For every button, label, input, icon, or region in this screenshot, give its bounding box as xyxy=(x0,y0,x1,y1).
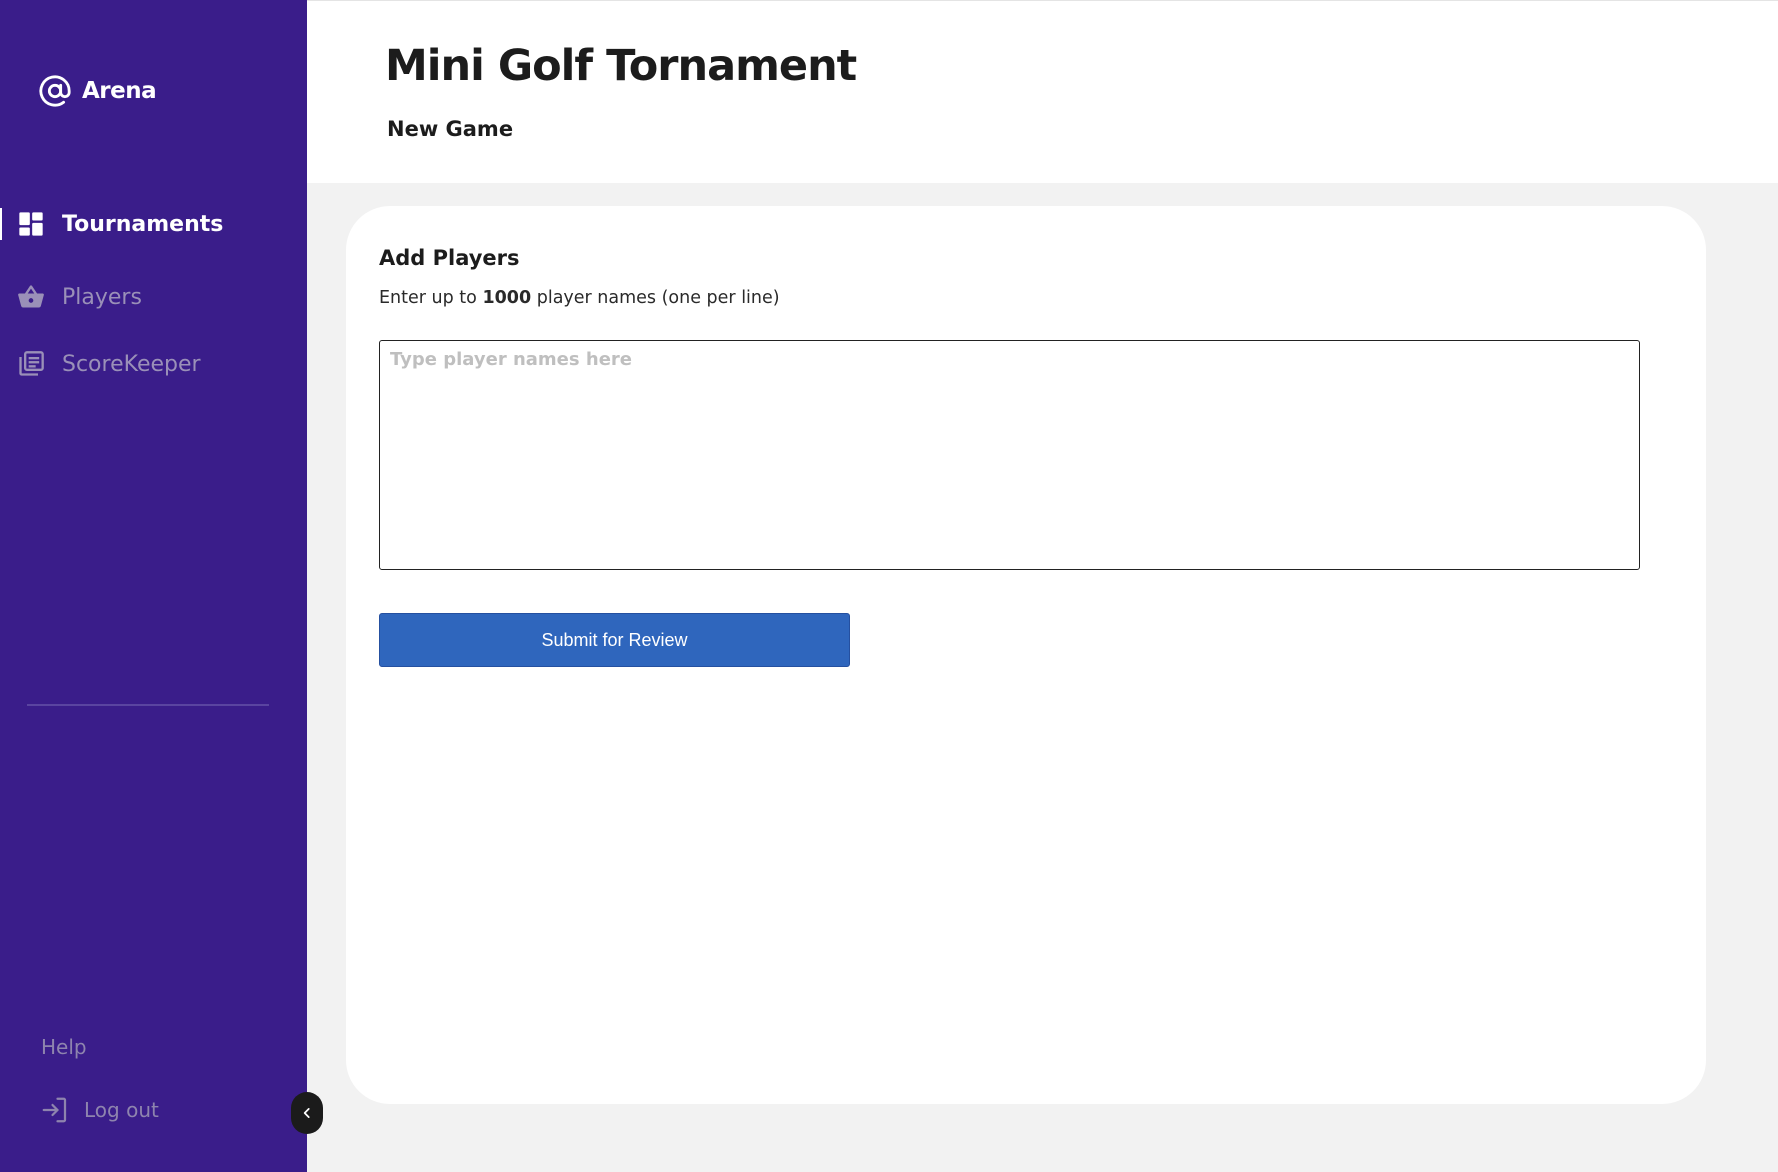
player-names-input[interactable] xyxy=(379,340,1640,570)
sidebar-item-scorekeeper[interactable]: ScoreKeeper xyxy=(0,344,201,384)
submit-for-review-button[interactable]: Submit for Review xyxy=(379,613,850,667)
add-players-card: Add Players Enter up to 1000 player name… xyxy=(346,206,1706,1104)
basket-icon xyxy=(18,285,44,308)
card-description: Enter up to 1000 player names (one per l… xyxy=(379,288,780,308)
at-sign-icon xyxy=(39,75,71,107)
logout-icon xyxy=(42,1097,67,1123)
description-prefix: Enter up to xyxy=(379,288,483,308)
sidebar: Arena Tournaments Players ScoreKeeper He… xyxy=(0,0,307,1172)
page-title: Mini Golf Tornament xyxy=(385,41,857,91)
brand-name: Arena xyxy=(82,78,157,104)
player-limit: 1000 xyxy=(482,288,532,308)
card-title: Add Players xyxy=(379,246,520,270)
dashboard-icon xyxy=(19,212,43,236)
sidebar-item-players[interactable]: Players xyxy=(0,277,142,317)
page-subtitle: New Game xyxy=(387,117,514,141)
description-suffix: player names (one per line) xyxy=(531,288,780,308)
sidebar-item-tournaments[interactable]: Tournaments xyxy=(0,204,223,244)
sidebar-divider xyxy=(27,704,269,706)
sidebar-item-label: Tournaments xyxy=(62,211,224,237)
chevron-left-icon xyxy=(303,1108,310,1118)
sidebar-item-label: ScoreKeeper xyxy=(62,351,201,377)
brand-logo[interactable]: Arena xyxy=(38,74,157,108)
logout-label: Log out xyxy=(84,1098,159,1122)
sidebar-item-label: Players xyxy=(62,284,142,310)
help-link[interactable]: Help xyxy=(41,1035,87,1059)
logout-button[interactable]: Log out xyxy=(40,1095,159,1125)
page-header: Mini Golf Tornament New Game xyxy=(307,0,1778,183)
collapse-sidebar-button[interactable] xyxy=(291,1092,323,1134)
library-books-icon xyxy=(19,351,44,376)
